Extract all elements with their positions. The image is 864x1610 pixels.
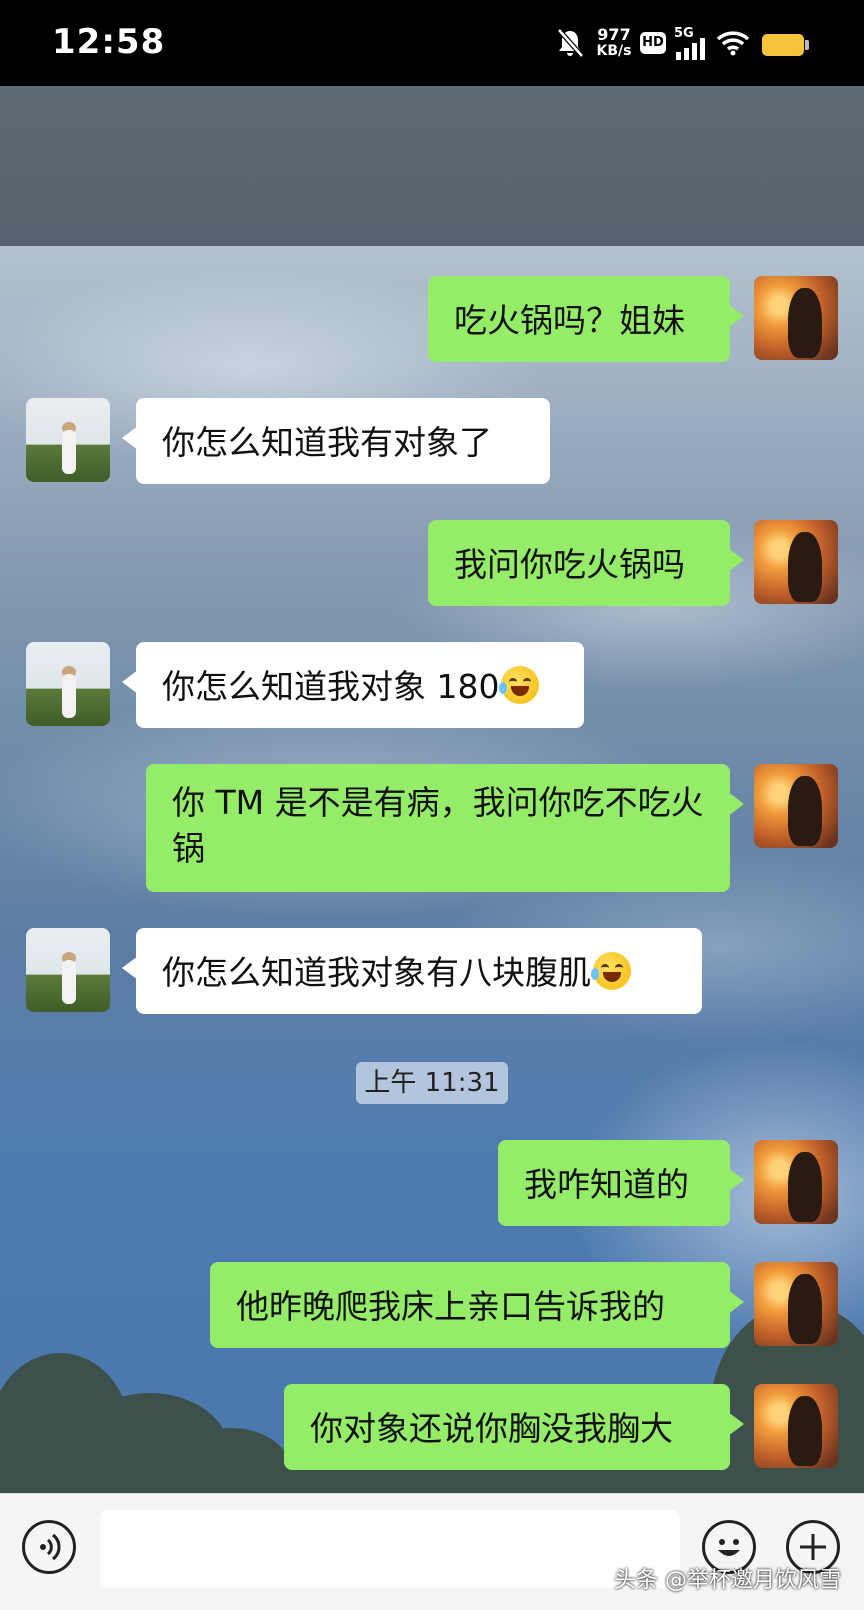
message-text: 你怎么知道我对象 180 xyxy=(162,667,500,706)
message-bubble-sent[interactable]: 你对象还说你胸没我胸大 xyxy=(284,1384,744,1470)
battery-tip xyxy=(805,40,809,50)
message-text: 他昨晚爬我床上亲口告诉我的 xyxy=(236,1287,665,1326)
message-text: 我问你吃火锅吗 xyxy=(454,545,685,584)
rolling-laughing-emoji-icon xyxy=(499,666,540,704)
message-input[interactable] xyxy=(100,1510,680,1588)
my-avatar[interactable] xyxy=(754,276,838,360)
message-text: 吃火锅吗？姐妹 xyxy=(454,301,685,340)
watermark: 头条 @举杯邀月饮风雪 xyxy=(614,1568,841,1593)
message-text: 你怎么知道我对象有八块腹肌 xyxy=(162,953,591,992)
message-bubble-sent[interactable]: 我问你吃火锅吗 xyxy=(428,520,744,606)
my-avatar[interactable] xyxy=(754,1384,838,1468)
message-text: 你对象还说你胸没我胸大 xyxy=(310,1409,673,1448)
net-speed: 977 KB/s xyxy=(594,26,634,60)
message-text: 你怎么知道我有对象了 xyxy=(162,423,492,462)
chat-header xyxy=(0,86,864,246)
message-bubble-received[interactable]: 你怎么知道我对象 180 xyxy=(122,642,584,728)
contact-avatar[interactable] xyxy=(26,642,110,726)
wifi-icon xyxy=(716,31,750,56)
message-bubble-sent[interactable]: 你 TM 是不是有病，我问你吃不吃火锅 xyxy=(146,764,744,892)
contact-avatar[interactable] xyxy=(26,928,110,1012)
my-avatar[interactable] xyxy=(754,1140,838,1224)
my-avatar[interactable] xyxy=(754,520,838,604)
hd-label: HD xyxy=(642,35,664,50)
message-bubble-sent[interactable]: 吃火锅吗？姐妹 xyxy=(428,276,744,362)
message-timestamp: 上午 11:31 xyxy=(356,1062,508,1104)
net-speed-value: 977 xyxy=(597,25,631,44)
status-time: 12:58 xyxy=(52,22,166,62)
message-bubble-sent[interactable]: 我咋知道的 xyxy=(498,1140,744,1226)
message-text: 你 TM 是不是有病，我问你吃不吃火锅 xyxy=(172,783,704,868)
contact-avatar[interactable] xyxy=(26,398,110,482)
message-bubble-received[interactable]: 你怎么知道我有对象了 xyxy=(122,398,550,484)
status-bar: 12:58 977 KB/s HD 5G xyxy=(0,0,864,86)
message-bubble-sent[interactable]: 他昨晚爬我床上亲口告诉我的 xyxy=(210,1262,744,1348)
tears-of-joy-emoji-icon xyxy=(591,952,631,990)
signal-icon xyxy=(676,38,705,60)
my-avatar[interactable] xyxy=(754,764,838,848)
net-speed-unit: KB/s xyxy=(596,43,632,59)
hd-badge: HD xyxy=(640,32,666,54)
message-text: 我咋知道的 xyxy=(524,1165,689,1204)
battery-icon xyxy=(762,34,804,56)
mute-bell-icon xyxy=(557,28,584,58)
message-bubble-received[interactable]: 你怎么知道我对象有八块腹肌 xyxy=(122,928,702,1014)
voice-icon[interactable] xyxy=(22,1520,76,1574)
my-avatar[interactable] xyxy=(754,1262,838,1346)
